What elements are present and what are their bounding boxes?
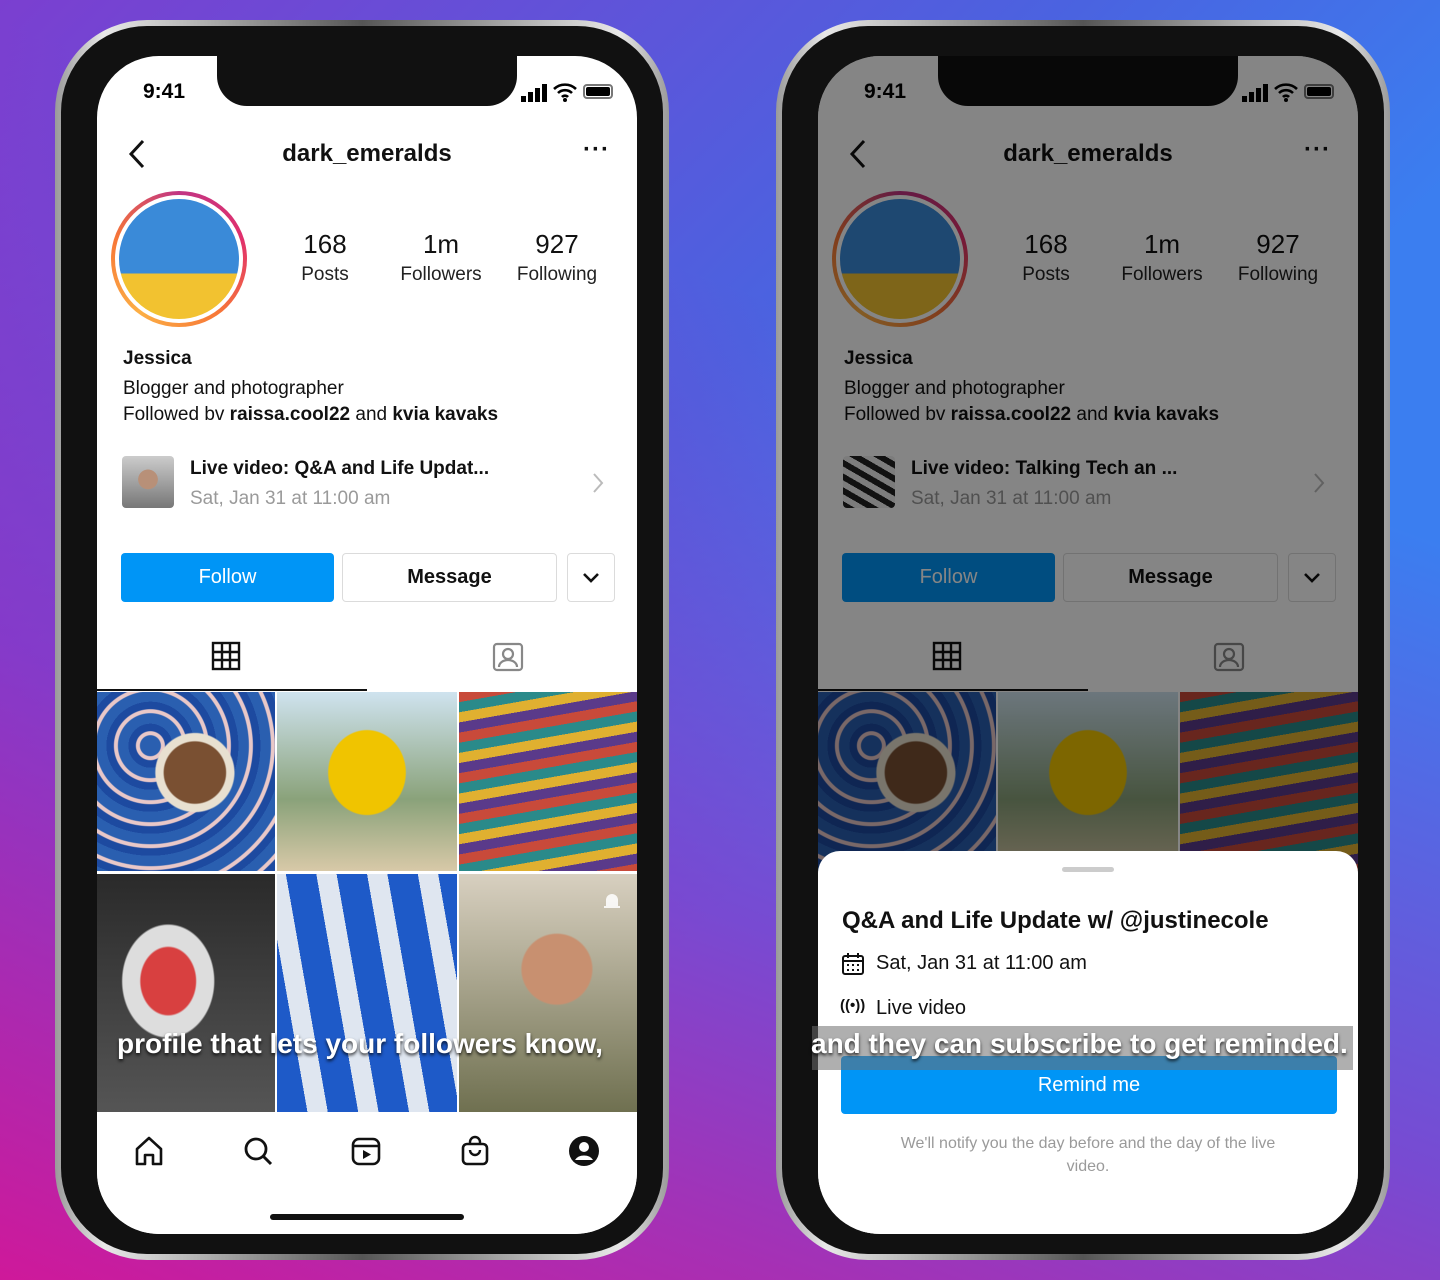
notification-bell-icon <box>604 894 620 908</box>
sheet-handle[interactable] <box>1062 867 1114 872</box>
shop-icon[interactable] <box>459 1135 491 1167</box>
followed-by-and: and <box>350 404 393 425</box>
active-tab-indicator <box>97 689 367 691</box>
reels-icon[interactable] <box>350 1135 382 1167</box>
stat-following-value[interactable]: 927 <box>497 229 617 260</box>
profile-username: dark_emeralds <box>282 140 452 167</box>
upcoming-live-row[interactable]: Live video: Q&A and Life Updat... Sat, J… <box>97 448 637 516</box>
grid-post[interactable] <box>97 692 275 871</box>
profile-name: Jessica <box>123 348 192 369</box>
phone-left: 9:41 dark_emeralds ··· 168 Posts 1m Foll… <box>55 20 669 1260</box>
suggested-dropdown-button[interactable] <box>567 553 615 602</box>
phone-right: 9:41 dark_emeralds ··· 168 Posts 1m Foll… <box>776 20 1390 1260</box>
chevron-right-icon <box>593 473 604 493</box>
follow-button[interactable]: Follow <box>121 553 334 602</box>
tagged-tab-icon[interactable] <box>492 640 524 672</box>
stat-posts-label[interactable]: Posts <box>265 264 385 286</box>
battery-icon <box>583 84 613 99</box>
followed-by-user[interactable]: kvia kavaks <box>392 404 498 425</box>
live-broadcast-icon: ((•)) <box>840 997 866 1014</box>
profile-bio: Blogger and photographer <box>123 378 344 399</box>
more-options-icon[interactable]: ··· <box>583 136 610 164</box>
chevron-down-icon <box>583 572 599 583</box>
profile-icon[interactable] <box>568 1135 600 1167</box>
stat-followers-label[interactable]: Followers <box>381 264 501 286</box>
avatar[interactable] <box>119 199 239 319</box>
followed-by: Followed bv raissa.cool22 and kvia kavak… <box>123 404 498 426</box>
grid-post[interactable] <box>459 692 637 871</box>
followed-by-prefix: Followed bv <box>123 404 230 425</box>
live-date: Sat, Jan 31 at 11:00 am <box>190 488 391 509</box>
home-icon[interactable] <box>133 1135 165 1167</box>
home-indicator <box>270 1214 464 1220</box>
sheet-note: We'll notify you the day before and the … <box>900 1135 1276 1175</box>
wifi-icon <box>553 83 577 102</box>
notch <box>217 56 517 106</box>
live-thumbnail <box>122 456 174 508</box>
sheet-date: Sat, Jan 31 at 11:00 am <box>876 952 1087 974</box>
stat-posts-value[interactable]: 168 <box>265 229 385 260</box>
grid-post[interactable] <box>97 874 275 1112</box>
followed-by-user[interactable]: raissa.cool22 <box>230 404 350 425</box>
search-icon[interactable] <box>242 1135 274 1167</box>
sheet-title: Q&A and Life Update w/ @justinecole <box>842 907 1269 934</box>
live-title: Live video: Q&A and Life Updat... <box>190 458 490 479</box>
grid-tab-icon[interactable] <box>211 641 241 671</box>
grid-post[interactable] <box>277 692 457 871</box>
caption-right: and they can subscribe to get reminded. <box>811 1028 1348 1059</box>
caption-left: profile that lets your followers know, <box>117 1028 603 1059</box>
stat-followers-value[interactable]: 1m <box>381 229 501 260</box>
stat-following-label[interactable]: Following <box>497 264 617 286</box>
status-time: 9:41 <box>143 80 186 103</box>
signal-icon <box>521 84 547 102</box>
avatar-story-ring[interactable] <box>111 191 247 327</box>
message-button[interactable]: Message <box>342 553 557 602</box>
sheet-type: Live video <box>876 997 967 1019</box>
grid-post[interactable] <box>277 874 457 1112</box>
calendar-icon <box>842 953 864 975</box>
